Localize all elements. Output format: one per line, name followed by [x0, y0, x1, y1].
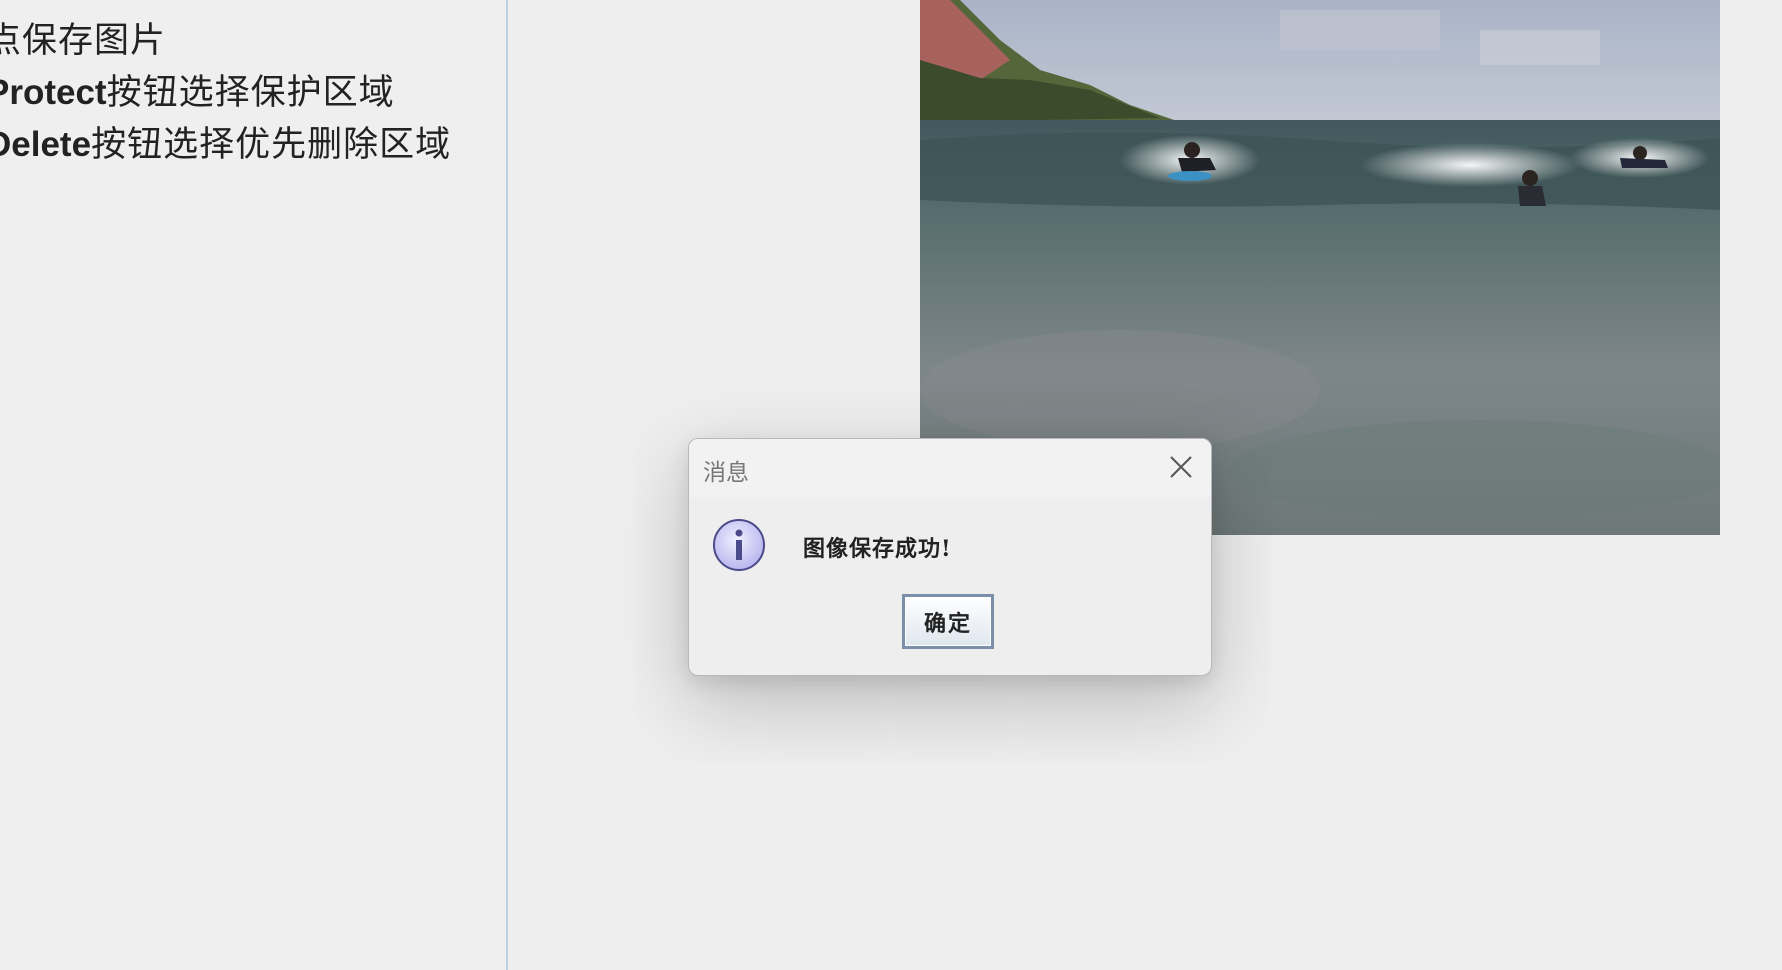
instructions-panel: 点保存图片 Protect按钮选择保护区域 Delete按钮选择优先删除区域	[0, 0, 508, 970]
message-dialog: 消息 图像保存成功! 确定	[688, 438, 1212, 676]
instruction-save-image: 点保存图片	[0, 12, 166, 63]
dialog-titlebar[interactable]: 消息	[689, 439, 1211, 497]
instruction-protect-keyword: Protect	[0, 73, 107, 112]
instruction-save-image-text: 点保存图片	[0, 21, 167, 61]
info-icon	[713, 519, 765, 571]
dialog-message: 图像保存成功!	[803, 536, 952, 562]
instruction-protect-text: 按钮选择保护区域	[106, 73, 395, 113]
dialog-close-button[interactable]	[1163, 449, 1199, 485]
instruction-delete-text: 按钮选择优先删除区域	[91, 125, 452, 165]
instruction-delete: Delete按钮选择优先删除区域	[0, 116, 451, 167]
dialog-title: 消息	[703, 460, 749, 486]
ok-button[interactable]: 确定	[902, 594, 994, 649]
instruction-protect: Protect按钮选择保护区域	[0, 64, 395, 115]
app-window: 点保存图片 Protect按钮选择保护区域 Delete按钮选择优先删除区域	[0, 0, 1782, 970]
close-icon	[1170, 456, 1192, 478]
instruction-delete-keyword: Delete	[0, 125, 92, 164]
